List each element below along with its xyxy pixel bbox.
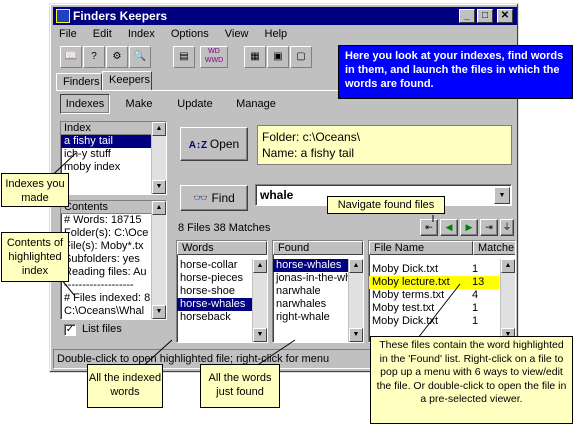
indexes-callout: Indexes you made	[1, 173, 69, 207]
indexed-words-callout: All the indexed words	[87, 364, 163, 408]
files-info-callout: These files contain the word highlighted…	[370, 336, 573, 424]
contents-callout: Contents of highlighted index	[1, 232, 69, 282]
main-info-callout: Here you look at your indexes, find word…	[338, 45, 573, 99]
found-words-callout: All the words just found	[200, 364, 280, 408]
navigate-callout: Navigate found files	[327, 196, 445, 214]
callout-line	[417, 283, 461, 339]
